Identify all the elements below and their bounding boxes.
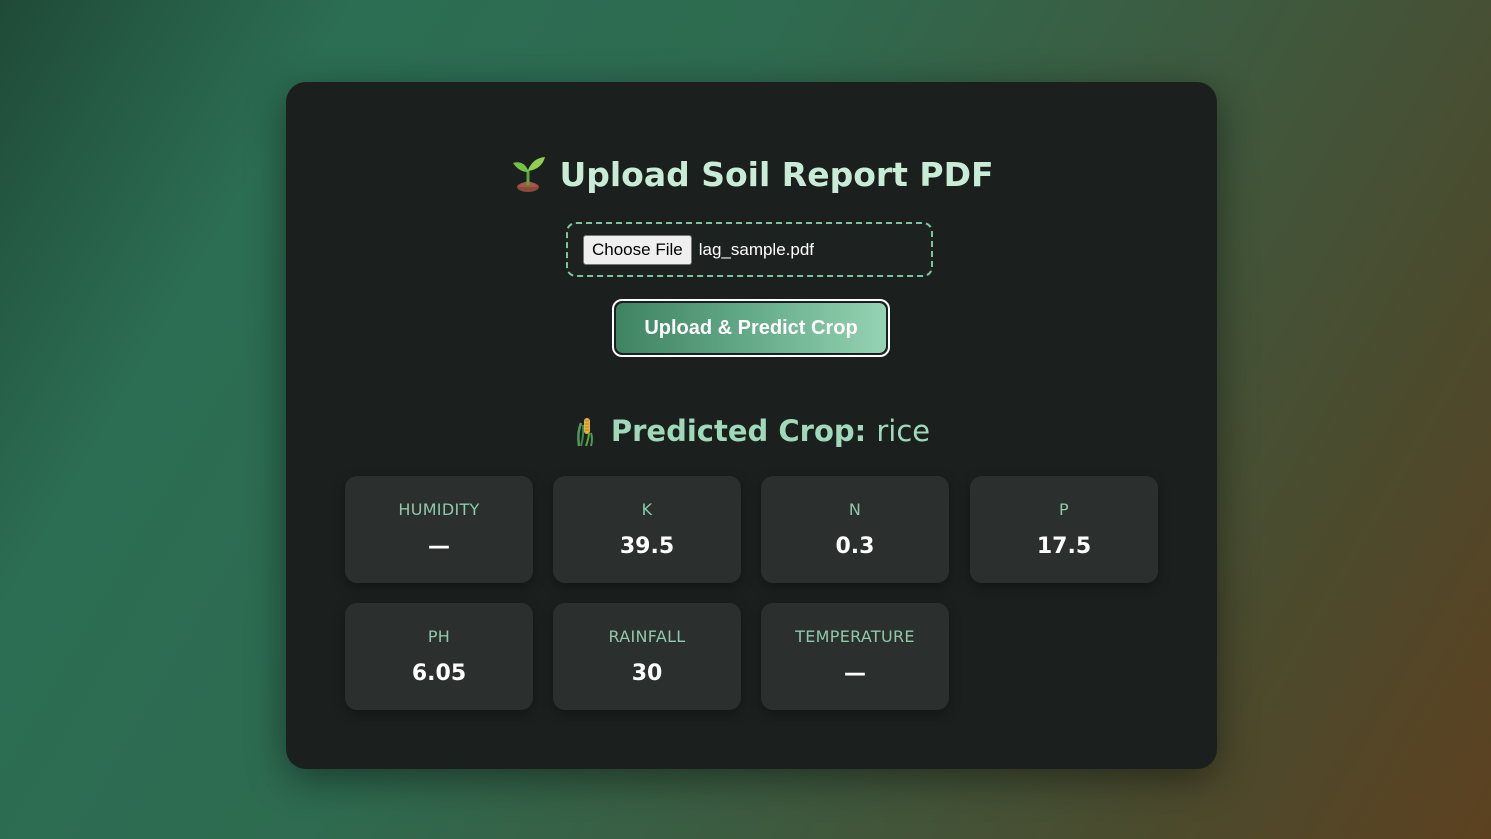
metric-value: 6.05 bbox=[411, 661, 467, 686]
corn-stalk-icon bbox=[573, 415, 599, 447]
metric-value: — bbox=[844, 661, 866, 686]
seedling-icon bbox=[509, 154, 547, 192]
metric-tile-k: K 39.5 bbox=[553, 476, 741, 583]
choose-file-button[interactable]: Choose File bbox=[583, 234, 692, 265]
metric-tile-n: N 0.3 bbox=[761, 476, 949, 583]
metric-label: HUMIDITY bbox=[398, 500, 480, 519]
upload-predict-button[interactable]: Upload & Predict Crop bbox=[612, 299, 890, 357]
page-title-text: Upload Soil Report PDF bbox=[559, 155, 994, 194]
upload-predict-button-label: Upload & Predict Crop bbox=[616, 303, 886, 353]
metric-value: 30 bbox=[631, 661, 663, 686]
metric-label: PH bbox=[427, 627, 451, 646]
metric-tile-humidity: HUMIDITY — bbox=[345, 476, 533, 583]
metric-tile-p: P 17.5 bbox=[970, 476, 1158, 583]
metric-label: N bbox=[848, 500, 862, 519]
metric-value: 39.5 bbox=[619, 534, 675, 559]
metric-tile-ph: PH 6.05 bbox=[345, 603, 533, 710]
predicted-crop-heading: Predicted Crop: rice bbox=[286, 413, 1217, 449]
metric-tile-temperature: TEMPERATURE — bbox=[761, 603, 949, 710]
upload-card: Upload Soil Report PDF Choose File lag_s… bbox=[286, 82, 1217, 769]
metric-label: P bbox=[1059, 500, 1069, 519]
metric-label: TEMPERATURE bbox=[795, 627, 915, 646]
metric-value: 0.3 bbox=[835, 534, 875, 559]
predicted-crop-value: rice bbox=[876, 414, 931, 448]
metric-label: RAINFALL bbox=[608, 627, 686, 646]
file-drop-zone[interactable]: Choose File lag_sample.pdf bbox=[566, 222, 933, 277]
metric-value: — bbox=[428, 534, 450, 559]
page-title: Upload Soil Report PDF bbox=[286, 154, 1217, 195]
selected-file-name: lag_sample.pdf bbox=[698, 239, 815, 259]
metric-value: 17.5 bbox=[1036, 534, 1092, 559]
predicted-crop-label: Predicted Crop: bbox=[610, 414, 867, 448]
metric-label: K bbox=[641, 500, 653, 519]
metric-tile-rainfall: RAINFALL 30 bbox=[553, 603, 741, 710]
